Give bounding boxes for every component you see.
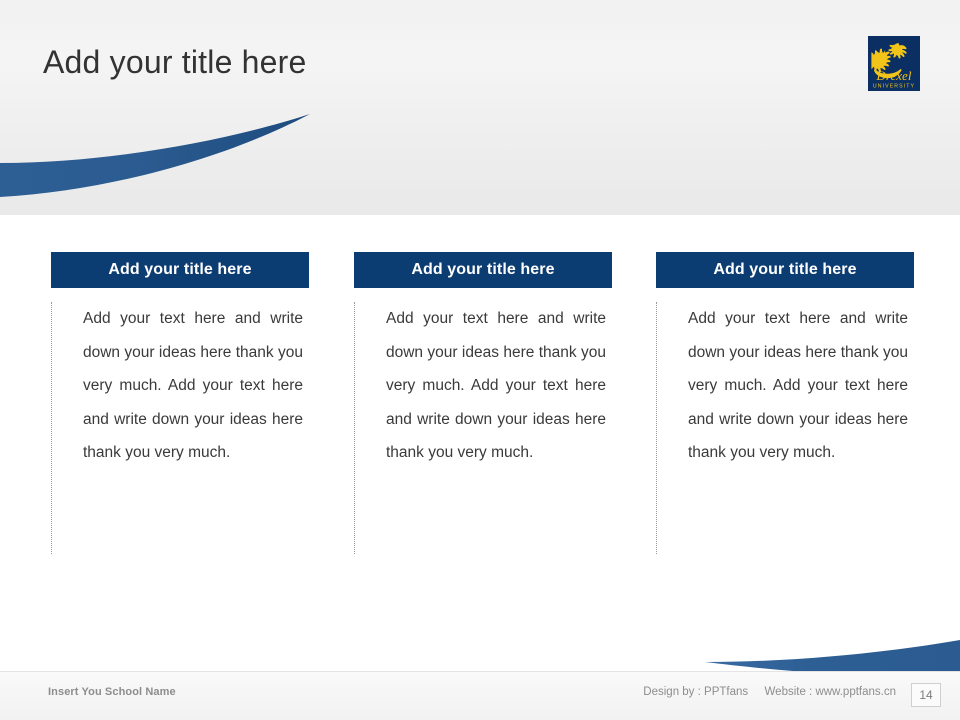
card-header-title: Add your title here bbox=[354, 252, 612, 288]
card-body: Add your text here and write down your i… bbox=[354, 302, 612, 554]
card-body: Add your text here and write down your i… bbox=[656, 302, 914, 554]
page-number-badge: 14 bbox=[911, 683, 941, 707]
footer-credit: Design by : PPTfans Website : www.pptfan… bbox=[643, 686, 896, 698]
swoosh-top-left bbox=[0, 114, 310, 197]
card-body-text: Add your text here and write down your i… bbox=[386, 310, 606, 461]
website-label: Website : www.pptfans.cn bbox=[764, 686, 896, 698]
svg-text:Drexel: Drexel bbox=[876, 68, 912, 83]
card-body-text: Add your text here and write down your i… bbox=[83, 310, 303, 461]
content-card: Add your title here Add your text here a… bbox=[354, 252, 612, 554]
design-by-label: Design by : PPTfans bbox=[643, 686, 749, 698]
page-title: Add your title here bbox=[43, 44, 307, 80]
slide-canvas: Add your title here Drexel UNIVERSITY Ad… bbox=[0, 0, 960, 720]
card-body-text: Add your text here and write down your i… bbox=[688, 310, 908, 461]
content-card: Add your title here Add your text here a… bbox=[51, 252, 309, 554]
card-header-title: Add your title here bbox=[51, 252, 309, 288]
drexel-university-logo: Drexel UNIVERSITY bbox=[868, 36, 920, 91]
school-name-placeholder: Insert You School Name bbox=[48, 686, 176, 698]
svg-text:UNIVERSITY: UNIVERSITY bbox=[873, 84, 915, 90]
card-body: Add your text here and write down your i… bbox=[51, 302, 309, 554]
card-header-title: Add your title here bbox=[656, 252, 914, 288]
content-card: Add your title here Add your text here a… bbox=[656, 252, 914, 554]
logo-wordmark: Drexel UNIVERSITY bbox=[873, 68, 915, 90]
